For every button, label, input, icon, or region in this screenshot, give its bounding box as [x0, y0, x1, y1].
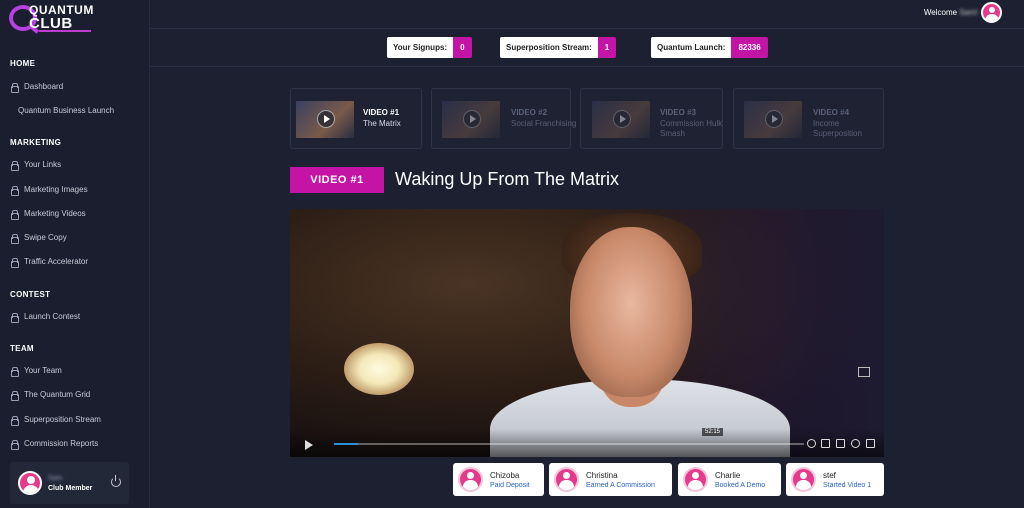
stats-bar: Your Signups: 0 Superposition Stream: 1 …: [150, 30, 1024, 67]
video-number-badge: VIDEO #1: [290, 167, 384, 193]
lock-icon: [10, 82, 19, 93]
stat-value: 0: [453, 37, 472, 58]
sidebar-item-your-links[interactable]: Your Links: [10, 160, 61, 171]
video-tab-1[interactable]: VIDEO #1 The Matrix: [290, 88, 422, 149]
sidebar-item-your-team[interactable]: Your Team: [10, 366, 62, 377]
nav-section-marketing: MARKETING: [10, 138, 62, 147]
play-icon: [317, 110, 335, 128]
nav-section-team: TEAM: [10, 344, 34, 353]
nav-section-home: HOME: [10, 59, 36, 68]
avatar[interactable]: [981, 2, 1002, 23]
fullscreen-icon[interactable]: [866, 439, 875, 448]
video-thumbnail: [744, 101, 802, 138]
play-icon: [613, 110, 631, 128]
stat-value: 1: [597, 37, 617, 58]
play-icon[interactable]: [305, 440, 313, 450]
sidebar-item-marketing-videos[interactable]: Marketing Videos: [10, 209, 86, 220]
logo-line2: CLUB: [29, 15, 73, 32]
stat-value: 82336: [731, 37, 768, 58]
user-name: Sam: [48, 475, 63, 482]
sidebar-item-quantum-business-launch[interactable]: Quantum Business Launch: [18, 106, 114, 115]
activity-item: stef Started Video 1: [786, 463, 884, 496]
progress-fill: [334, 443, 358, 445]
sidebar-item-superposition-stream[interactable]: Superposition Stream: [10, 415, 101, 426]
lock-icon: [10, 233, 19, 244]
video-thumbnail: [442, 101, 500, 138]
video-player[interactable]: 52:15: [290, 209, 884, 457]
user-card: Sam Club Member: [10, 462, 129, 504]
sidebar-item-dashboard[interactable]: Dashboard: [10, 82, 63, 93]
activity-item: Charlie Booked A Demo: [678, 463, 781, 496]
lock-icon: [10, 257, 19, 268]
lock-icon: [10, 312, 19, 323]
pip-icon[interactable]: [858, 367, 870, 377]
settings-icon[interactable]: [851, 439, 860, 448]
nav-section-contest: CONTEST: [10, 290, 51, 299]
avatar[interactable]: [18, 471, 42, 495]
user-role: Club Member: [48, 485, 93, 492]
activity-item: Christina Earned A Commission: [549, 463, 672, 496]
avatar: [458, 467, 483, 492]
sidebar-item-traffic-accelerator[interactable]: Traffic Accelerator: [10, 257, 88, 268]
sidebar-item-marketing-images[interactable]: Marketing Images: [10, 185, 88, 196]
video-tab-3[interactable]: VIDEO #3 Commission Hulk Smash: [580, 88, 723, 149]
sidebar-item-swipe-copy[interactable]: Swipe Copy: [10, 233, 67, 244]
sidebar-item-commission-reports[interactable]: Commission Reports: [10, 439, 98, 450]
sidebar-item-launch-contest[interactable]: Launch Contest: [10, 312, 80, 323]
welcome-text: Welcome Sam!: [923, 8, 978, 17]
progress-track[interactable]: [334, 443, 804, 445]
play-icon: [765, 110, 783, 128]
stat-quantum-launch: Quantum Launch: 82336: [651, 37, 768, 58]
stat-superposition-stream: Superposition Stream: 1: [500, 37, 617, 58]
video-tab-2[interactable]: VIDEO #2 Social Franchising: [431, 88, 576, 149]
speaker-head: [570, 227, 692, 397]
play-icon: [463, 110, 481, 128]
lock-icon: [10, 160, 19, 171]
avatar: [791, 467, 816, 492]
lock-icon: [10, 209, 19, 220]
background-lamp: [344, 343, 414, 395]
chapters-icon[interactable]: [836, 439, 845, 448]
avatar: [683, 467, 708, 492]
activity-item: Chizoba Paid Deposit: [453, 463, 544, 496]
video-tab-4[interactable]: VIDEO #4 Income Superposition: [733, 88, 884, 149]
stat-your-signups: Your Signups: 0: [387, 37, 472, 58]
video-thumbnail: [592, 101, 650, 138]
video-title: Waking Up From The Matrix: [395, 169, 620, 189]
logo-underline: [39, 30, 91, 32]
sidebar: QUANTUM CLUB HOME Dashboard Quantum Busi…: [0, 0, 150, 508]
top-bar: Welcome Sam!: [150, 0, 1024, 29]
lock-icon: [10, 366, 19, 377]
brand-logo[interactable]: QUANTUM CLUB: [9, 4, 95, 32]
sidebar-item-quantum-grid[interactable]: The Quantum Grid: [10, 390, 90, 401]
volume-icon[interactable]: [807, 439, 816, 448]
video-thumbnail: [296, 101, 354, 138]
lock-icon: [10, 185, 19, 196]
time-tooltip: 52:15: [702, 428, 724, 436]
lock-icon: [10, 439, 19, 450]
lock-icon: [10, 415, 19, 426]
captions-icon[interactable]: [821, 439, 830, 448]
welcome-name: Sam!: [959, 8, 978, 17]
power-icon[interactable]: [111, 475, 121, 487]
avatar: [554, 467, 579, 492]
lock-icon: [10, 390, 19, 401]
